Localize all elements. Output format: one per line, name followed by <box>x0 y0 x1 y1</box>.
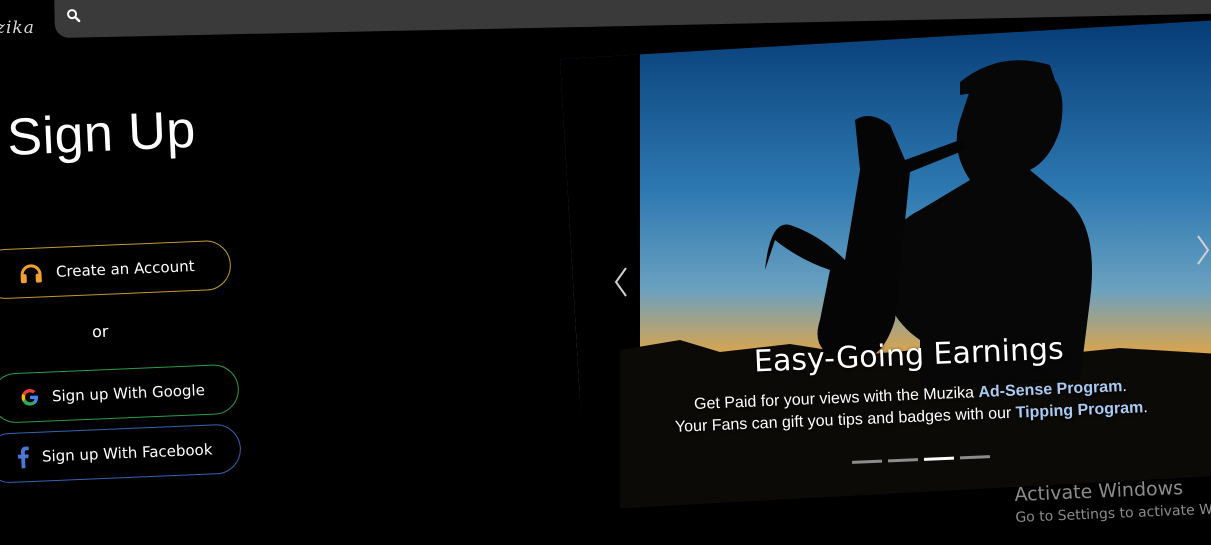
facebook-signup-label: Sign up With Facebook <box>41 440 213 466</box>
headphones-icon <box>17 259 44 286</box>
create-account-button[interactable]: Create an Account <box>0 239 232 300</box>
line2-suffix: . <box>1142 399 1149 417</box>
carousel-next-button[interactable] <box>1190 230 1211 270</box>
facebook-signup-button[interactable]: Sign up With Facebook <box>0 423 242 484</box>
app-logo[interactable]: zika <box>0 18 35 38</box>
line1-suffix: . <box>1121 377 1128 396</box>
carousel-prev-button[interactable] <box>610 262 634 302</box>
facebook-icon <box>16 446 31 469</box>
search-icon <box>66 7 81 23</box>
page-title: Sign Up <box>6 100 197 167</box>
google-icon <box>20 387 41 408</box>
google-signup-button[interactable]: Sign up With Google <box>0 363 240 424</box>
chevron-right-icon <box>1197 235 1210 265</box>
google-signup-label: Sign up With Google <box>51 381 206 406</box>
activate-windows-watermark: Activate Windows Go to Settings to activ… <box>1014 475 1211 526</box>
create-account-label: Create an Account <box>55 257 195 281</box>
chevron-left-icon <box>614 267 627 297</box>
tipping-program-highlight: Tipping Program <box>1015 399 1144 422</box>
adsense-program-highlight: Ad-Sense Program <box>978 378 1123 402</box>
or-divider: or <box>91 321 109 342</box>
watermark-subtitle: Go to Settings to activate Win <box>1015 501 1211 526</box>
